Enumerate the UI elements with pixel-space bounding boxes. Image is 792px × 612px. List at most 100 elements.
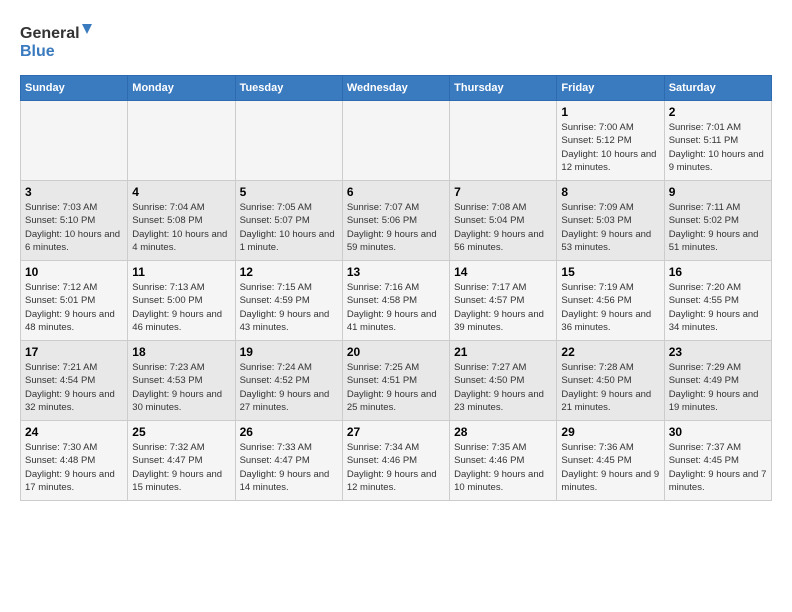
day-info: Sunrise: 7:05 AM Sunset: 5:07 PM Dayligh… bbox=[240, 201, 338, 254]
day-number: 17 bbox=[25, 345, 123, 359]
day-info: Sunrise: 7:25 AM Sunset: 4:51 PM Dayligh… bbox=[347, 361, 445, 414]
calendar-cell: 9 Sunrise: 7:11 AM Sunset: 5:02 PM Daylig… bbox=[664, 181, 771, 261]
logo-svg: GeneralBlue bbox=[20, 20, 100, 65]
calendar-cell bbox=[128, 101, 235, 181]
svg-text:General: General bbox=[20, 25, 80, 42]
day-number: 20 bbox=[347, 345, 445, 359]
day-info: Sunrise: 7:37 AM Sunset: 4:45 PM Dayligh… bbox=[669, 441, 767, 494]
day-info: Sunrise: 7:16 AM Sunset: 4:58 PM Dayligh… bbox=[347, 281, 445, 334]
day-info: Sunrise: 7:04 AM Sunset: 5:08 PM Dayligh… bbox=[132, 201, 230, 254]
calendar-week-row: 17 Sunrise: 7:21 AM Sunset: 4:54 PM Dayli… bbox=[21, 341, 772, 421]
calendar-cell: 30 Sunrise: 7:37 AM Sunset: 4:45 PM Dayli… bbox=[664, 421, 771, 501]
day-info: Sunrise: 7:08 AM Sunset: 5:04 PM Dayligh… bbox=[454, 201, 552, 254]
calendar-cell: 24Sunrise: 7:30 AM Sunset: 4:48 PM Dayli… bbox=[21, 421, 128, 501]
calendar-cell bbox=[21, 101, 128, 181]
day-number: 29 bbox=[561, 425, 659, 439]
calendar-cell bbox=[235, 101, 342, 181]
calendar-cell: 7 Sunrise: 7:08 AM Sunset: 5:04 PM Daylig… bbox=[450, 181, 557, 261]
calendar-cell: 22 Sunrise: 7:28 AM Sunset: 4:50 PM Dayli… bbox=[557, 341, 664, 421]
day-info: Sunrise: 7:35 AM Sunset: 4:46 PM Dayligh… bbox=[454, 441, 552, 494]
day-number: 5 bbox=[240, 185, 338, 199]
day-info: Sunrise: 7:00 AM Sunset: 5:12 PM Dayligh… bbox=[561, 121, 659, 174]
calendar-cell: 27 Sunrise: 7:34 AM Sunset: 4:46 PM Dayli… bbox=[342, 421, 449, 501]
day-number: 13 bbox=[347, 265, 445, 279]
day-info: Sunrise: 7:19 AM Sunset: 4:56 PM Dayligh… bbox=[561, 281, 659, 334]
calendar-cell: 17 Sunrise: 7:21 AM Sunset: 4:54 PM Dayli… bbox=[21, 341, 128, 421]
page-header: GeneralBlue bbox=[20, 20, 772, 65]
day-info: Sunrise: 7:17 AM Sunset: 4:57 PM Dayligh… bbox=[454, 281, 552, 334]
calendar-week-row: 24Sunrise: 7:30 AM Sunset: 4:48 PM Dayli… bbox=[21, 421, 772, 501]
header-friday: Friday bbox=[557, 76, 664, 101]
day-number: 30 bbox=[669, 425, 767, 439]
day-number: 21 bbox=[454, 345, 552, 359]
header-monday: Monday bbox=[128, 76, 235, 101]
calendar-cell: 18 Sunrise: 7:23 AM Sunset: 4:53 PM Dayli… bbox=[128, 341, 235, 421]
day-number: 10 bbox=[25, 265, 123, 279]
calendar-cell: 15 Sunrise: 7:19 AM Sunset: 4:56 PM Dayli… bbox=[557, 261, 664, 341]
day-number: 7 bbox=[454, 185, 552, 199]
day-info: Sunrise: 7:07 AM Sunset: 5:06 PM Dayligh… bbox=[347, 201, 445, 254]
day-number: 3 bbox=[25, 185, 123, 199]
day-number: 15 bbox=[561, 265, 659, 279]
logo: GeneralBlue bbox=[20, 20, 100, 65]
calendar-cell: 21 Sunrise: 7:27 AM Sunset: 4:50 PM Dayli… bbox=[450, 341, 557, 421]
calendar-cell: 16Sunrise: 7:20 AM Sunset: 4:55 PM Dayli… bbox=[664, 261, 771, 341]
day-number: 23 bbox=[669, 345, 767, 359]
day-info: Sunrise: 7:34 AM Sunset: 4:46 PM Dayligh… bbox=[347, 441, 445, 494]
calendar-cell: 25 Sunrise: 7:32 AM Sunset: 4:47 PM Dayli… bbox=[128, 421, 235, 501]
calendar-cell: 4 Sunrise: 7:04 AM Sunset: 5:08 PM Daylig… bbox=[128, 181, 235, 261]
day-number: 8 bbox=[561, 185, 659, 199]
calendar-cell: 6 Sunrise: 7:07 AM Sunset: 5:06 PM Daylig… bbox=[342, 181, 449, 261]
calendar-cell bbox=[342, 101, 449, 181]
day-number: 9 bbox=[669, 185, 767, 199]
header-saturday: Saturday bbox=[664, 76, 771, 101]
day-info: Sunrise: 7:30 AM Sunset: 4:48 PM Dayligh… bbox=[25, 441, 123, 494]
calendar-cell: 14 Sunrise: 7:17 AM Sunset: 4:57 PM Dayli… bbox=[450, 261, 557, 341]
day-info: Sunrise: 7:23 AM Sunset: 4:53 PM Dayligh… bbox=[132, 361, 230, 414]
day-info: Sunrise: 7:36 AM Sunset: 4:45 PM Dayligh… bbox=[561, 441, 659, 494]
day-info: Sunrise: 7:03 AM Sunset: 5:10 PM Dayligh… bbox=[25, 201, 123, 254]
day-number: 22 bbox=[561, 345, 659, 359]
day-info: Sunrise: 7:12 AM Sunset: 5:01 PM Dayligh… bbox=[25, 281, 123, 334]
calendar-cell: 23 Sunrise: 7:29 AM Sunset: 4:49 PM Dayli… bbox=[664, 341, 771, 421]
day-number: 12 bbox=[240, 265, 338, 279]
calendar-cell: 26Sunrise: 7:33 AM Sunset: 4:47 PM Dayli… bbox=[235, 421, 342, 501]
calendar-header-row: SundayMondayTuesdayWednesdayThursdayFrid… bbox=[21, 76, 772, 101]
calendar-cell: 13 Sunrise: 7:16 AM Sunset: 4:58 PM Dayli… bbox=[342, 261, 449, 341]
calendar-cell: 28 Sunrise: 7:35 AM Sunset: 4:46 PM Dayli… bbox=[450, 421, 557, 501]
calendar-cell: 8Sunrise: 7:09 AM Sunset: 5:03 PM Daylig… bbox=[557, 181, 664, 261]
calendar-cell: 1 Sunrise: 7:00 AM Sunset: 5:12 PM Daylig… bbox=[557, 101, 664, 181]
day-info: Sunrise: 7:27 AM Sunset: 4:50 PM Dayligh… bbox=[454, 361, 552, 414]
day-info: Sunrise: 7:28 AM Sunset: 4:50 PM Dayligh… bbox=[561, 361, 659, 414]
calendar-cell: 12 Sunrise: 7:15 AM Sunset: 4:59 PM Dayli… bbox=[235, 261, 342, 341]
day-number: 16 bbox=[669, 265, 767, 279]
day-info: Sunrise: 7:11 AM Sunset: 5:02 PM Dayligh… bbox=[669, 201, 767, 254]
day-info: Sunrise: 7:33 AM Sunset: 4:47 PM Dayligh… bbox=[240, 441, 338, 494]
header-thursday: Thursday bbox=[450, 76, 557, 101]
day-info: Sunrise: 7:21 AM Sunset: 4:54 PM Dayligh… bbox=[25, 361, 123, 414]
calendar-cell: 11Sunrise: 7:13 AM Sunset: 5:00 PM Dayli… bbox=[128, 261, 235, 341]
day-number: 6 bbox=[347, 185, 445, 199]
day-info: Sunrise: 7:32 AM Sunset: 4:47 PM Dayligh… bbox=[132, 441, 230, 494]
calendar-cell: 5 Sunrise: 7:05 AM Sunset: 5:07 PM Daylig… bbox=[235, 181, 342, 261]
day-info: Sunrise: 7:29 AM Sunset: 4:49 PM Dayligh… bbox=[669, 361, 767, 414]
calendar-cell: 3 Sunrise: 7:03 AM Sunset: 5:10 PM Daylig… bbox=[21, 181, 128, 261]
day-info: Sunrise: 7:01 AM Sunset: 5:11 PM Dayligh… bbox=[669, 121, 767, 174]
day-info: Sunrise: 7:13 AM Sunset: 5:00 PM Dayligh… bbox=[132, 281, 230, 334]
calendar-cell: 10 Sunrise: 7:12 AM Sunset: 5:01 PM Dayli… bbox=[21, 261, 128, 341]
day-number: 2 bbox=[669, 105, 767, 119]
day-number: 18 bbox=[132, 345, 230, 359]
day-number: 28 bbox=[454, 425, 552, 439]
svg-text:Blue: Blue bbox=[20, 43, 55, 60]
day-number: 4 bbox=[132, 185, 230, 199]
day-info: Sunrise: 7:15 AM Sunset: 4:59 PM Dayligh… bbox=[240, 281, 338, 334]
calendar-week-row: 3 Sunrise: 7:03 AM Sunset: 5:10 PM Daylig… bbox=[21, 181, 772, 261]
day-number: 19 bbox=[240, 345, 338, 359]
day-number: 27 bbox=[347, 425, 445, 439]
calendar-cell: 20 Sunrise: 7:25 AM Sunset: 4:51 PM Dayli… bbox=[342, 341, 449, 421]
day-number: 14 bbox=[454, 265, 552, 279]
day-number: 1 bbox=[561, 105, 659, 119]
calendar-cell: 29 Sunrise: 7:36 AM Sunset: 4:45 PM Dayli… bbox=[557, 421, 664, 501]
day-number: 25 bbox=[132, 425, 230, 439]
calendar-table: SundayMondayTuesdayWednesdayThursdayFrid… bbox=[20, 75, 772, 501]
